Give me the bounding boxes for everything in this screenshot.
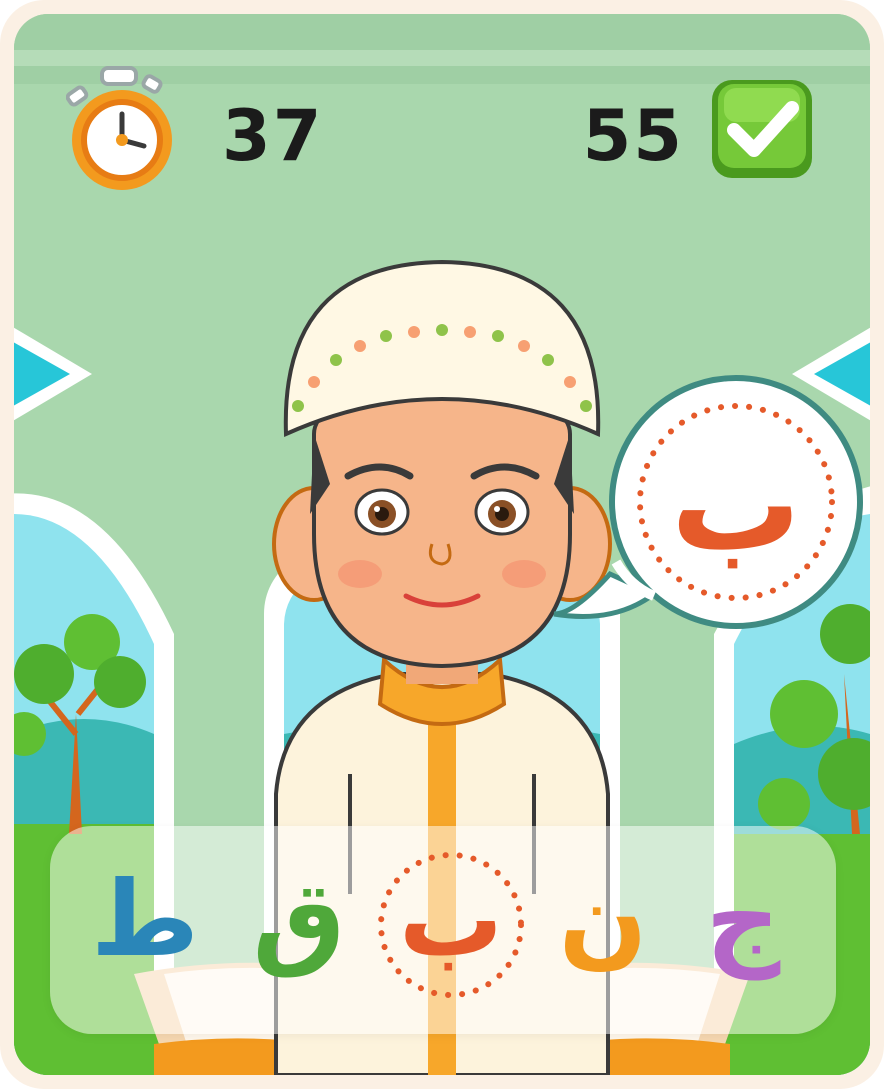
game-screen: 37 55 ب ط ق ب ن ج xyxy=(14,14,870,1075)
letter-option-label: ق xyxy=(252,858,346,980)
letter-option-jeem[interactable]: ج xyxy=(668,850,818,1000)
letter-option-label: ب xyxy=(398,858,504,980)
checkmark-icon xyxy=(712,80,812,178)
letter-option-taa[interactable]: ط xyxy=(70,850,220,1000)
letter-option-baa[interactable]: ب xyxy=(376,850,526,1000)
letter-option-label: ط xyxy=(91,858,200,980)
letter-option-label: ج xyxy=(705,858,781,980)
letter-option-qaaf[interactable]: ق xyxy=(224,850,374,1000)
prompt-letter: ب xyxy=(670,428,802,580)
letter-option-label: ن xyxy=(558,858,648,980)
score-value: 55 xyxy=(582,95,684,177)
letter-option-noon[interactable]: ن xyxy=(528,850,678,1000)
stopwatch-icon xyxy=(66,66,172,190)
timer-value: 37 xyxy=(222,95,324,177)
